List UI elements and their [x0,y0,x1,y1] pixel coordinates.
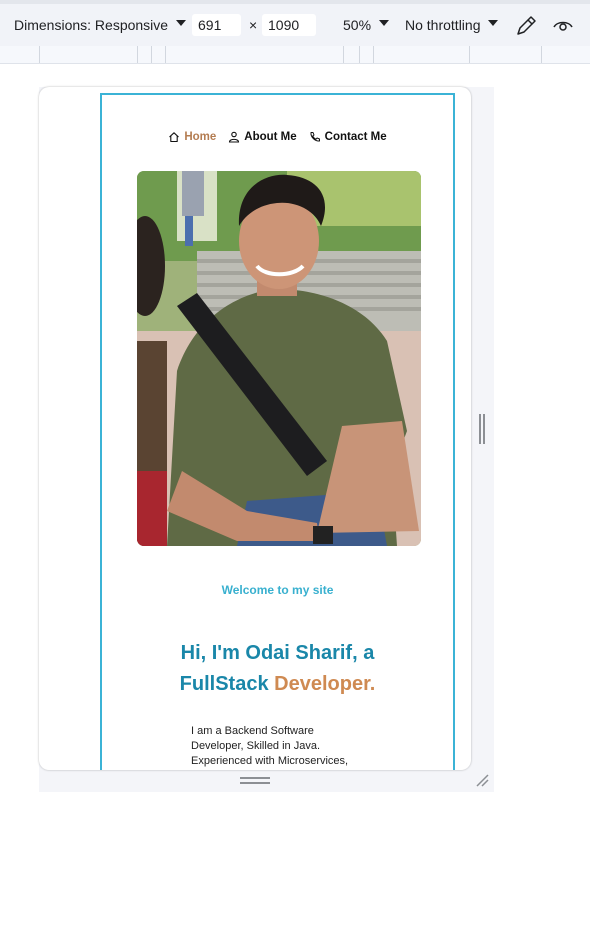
width-input[interactable]: 691 [192,14,241,36]
chevron-down-icon [488,20,499,26]
resize-handle-right[interactable] [478,414,486,444]
home-icon [169,132,180,143]
phone-icon [310,132,320,142]
site-viewport: Home About Me Contact Me Welcome to my s… [100,93,455,770]
hero-line-1: Hi, I'm Odai Sharif, a [180,642,375,664]
nav-item-home[interactable]: Home [168,131,216,143]
site-nav: Home About Me Contact Me [102,131,453,143]
dimensions-label: Dimensions: Responsive [14,17,169,33]
eyedropper-icon[interactable] [514,14,538,38]
nav-item-about[interactable]: About Me [228,131,297,143]
bio-paragraph: I am a Backend Software Developer, Skill… [191,724,361,769]
nav-label-contact: Contact Me [324,131,387,143]
throttling-label: No throttling [405,17,481,33]
zoom-dropdown[interactable]: 50% [343,4,390,46]
hero-heading: Hi, I'm Odai Sharif, a FullStack Develop… [102,638,453,700]
hero-line-2: FullStack Developer. [102,669,453,700]
device-toolbar: Dimensions: Responsive 691 × 1090 50% No… [0,0,590,46]
hero-accent: Developer. [274,673,376,695]
bio-line: Experienced with Microservices, [191,755,349,767]
throttling-dropdown[interactable]: No throttling [405,4,499,46]
bio-line: I am a Backend Software [191,725,314,737]
zoom-label: 50% [343,17,372,33]
hero-word: FullStack [179,673,269,695]
nav-label-about: About Me [244,131,297,143]
chevron-down-icon [379,20,390,26]
media-query-ruler[interactable] [0,46,590,64]
dimensions-dropdown[interactable]: Dimensions: Responsive [14,4,187,46]
person-icon [229,131,240,143]
bio-line: Developer, Skilled in Java. [191,740,321,752]
eye-icon[interactable] [551,14,575,38]
profile-photo [137,171,421,546]
height-input[interactable]: 1090 [262,14,316,36]
nav-item-contact[interactable]: Contact Me [309,131,387,143]
resize-corner-icon[interactable] [474,772,490,788]
device-frame: Home About Me Contact Me Welcome to my s… [39,87,471,770]
chevron-down-icon [176,20,187,26]
nav-label-home: Home [184,131,217,143]
resize-handle-bottom[interactable] [240,777,270,785]
welcome-text: Welcome to my site [221,583,334,597]
times-symbol: × [249,17,258,33]
